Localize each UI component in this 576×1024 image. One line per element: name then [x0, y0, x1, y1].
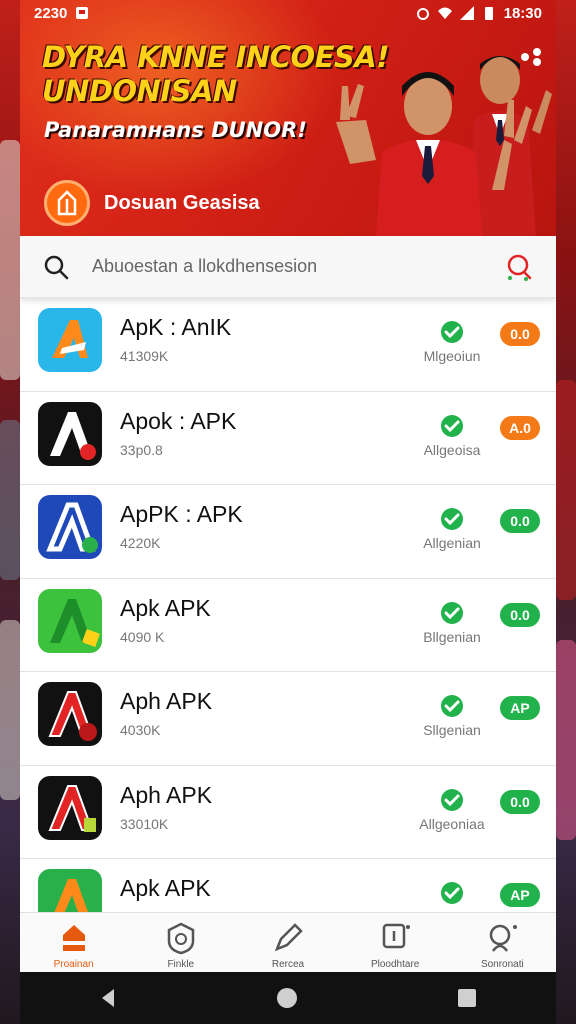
app-list-item[interactable]: Apok : APK 33p0.8 Allgeoisa A.0	[20, 392, 556, 485]
app-icon[interactable]	[38, 775, 102, 840]
app-icon[interactable]	[38, 401, 102, 466]
alarm-icon	[416, 8, 429, 20]
back-icon[interactable]	[98, 987, 118, 1009]
status-time-right: 18:30	[503, 4, 542, 22]
app-name: Apok : APK	[120, 407, 237, 434]
download-badge-button[interactable]: 0.0	[500, 322, 540, 346]
app-size: 33p0.8	[120, 441, 163, 458]
system-nav-bar	[20, 972, 556, 1024]
app-size: 33010K	[120, 815, 169, 832]
brand-name: Dosuan Geasisa	[104, 191, 260, 214]
nav-item-label: Sonronati	[480, 959, 524, 970]
shield-icon	[167, 922, 195, 955]
app-name: ApK : AnIK	[120, 314, 232, 340]
app-status: Bllgenian	[423, 628, 481, 645]
signal-icon	[459, 6, 474, 20]
app-name: ApPK : APK	[120, 501, 243, 527]
brand-logo-icon	[44, 180, 90, 226]
nav-item-label: Proainan	[53, 959, 94, 970]
download-badge-button[interactable]: 0.0	[500, 602, 540, 627]
verified-check-icon	[441, 882, 463, 904]
app-status: Allgeoniaa	[419, 815, 485, 832]
download-badge-button[interactable]: 0.0	[500, 789, 540, 814]
voice-search-icon[interactable]	[504, 252, 534, 282]
app-icon[interactable]	[38, 682, 102, 746]
nav-item-label: Finkle	[167, 959, 195, 970]
phone-screen: DYRA KNNE INCOESA! UNDONISAN Panaramнans…	[20, 0, 556, 1024]
nav-item-home[interactable]: Proainan	[26, 921, 122, 970]
search-person-icon	[490, 924, 518, 952]
nav-item-shield[interactable]: Finkle	[133, 921, 229, 970]
verified-check-icon	[441, 508, 463, 530]
app-list-item[interactable]: Aph APK 33010K Allgeoniaa 0.0	[20, 766, 556, 859]
app-size: 4030K	[120, 722, 161, 738]
app-name: Aph APK	[120, 688, 213, 714]
app-list-item[interactable]: ApPK : APK 4220K Allgenian 0.0	[20, 485, 556, 579]
status-bar: 2230 18:30	[20, 0, 556, 26]
download-badge-button[interactable]: A.0	[500, 415, 540, 440]
app-list-item[interactable]: ApK : AnIK 41309K Mlgeoiun 0.0	[20, 298, 556, 392]
nav-item-label: Rercea	[271, 959, 305, 970]
nav-item-pen[interactable]: Rercea	[240, 921, 336, 970]
verified-check-icon	[441, 788, 463, 811]
app-list: ApK : AnIK 41309K Mlgeoiun 0.0 Apok : AP…	[20, 298, 556, 953]
verified-check-icon	[441, 321, 463, 343]
app-icon[interactable]	[38, 308, 102, 372]
search-bar	[20, 236, 556, 298]
bottom-nav: Proainan Finkle Rercea Ploodhtare Sonron…	[20, 912, 556, 972]
nav-item-label: Ploodhtare	[370, 959, 420, 970]
app-size: 4220K	[120, 535, 161, 551]
verified-check-icon	[441, 601, 463, 624]
app-name: Apk APK	[120, 875, 211, 901]
pen-icon	[274, 923, 303, 952]
app-status: Allgenian	[423, 535, 481, 551]
status-time-left: 2230	[34, 4, 68, 22]
battery-icon	[484, 7, 493, 20]
home-icon	[62, 925, 85, 951]
app-name: Aph APK	[120, 781, 213, 808]
app-list-item[interactable]: Apk APK 4090 K Bllgenian 0.0	[20, 579, 556, 672]
download-icon	[382, 923, 411, 949]
recents-icon[interactable]	[456, 987, 478, 1009]
home-circle-icon[interactable]	[275, 986, 299, 1010]
app-size: 41309K	[120, 348, 169, 364]
banner-brand: Dosuan Geasisa	[44, 180, 260, 226]
search-input[interactable]	[92, 256, 504, 277]
app-status: Allgeoisa	[423, 441, 481, 458]
nav-item-download[interactable]: Ploodhtare	[347, 921, 443, 970]
app-icon[interactable]	[38, 588, 102, 653]
app-status: Mlgeoiun	[423, 348, 481, 364]
promo-banner[interactable]: DYRA KNNE INCOESA! UNDONISAN Panaramнans…	[20, 0, 556, 236]
status-left: 2230	[34, 5, 89, 22]
app-name: Apk APK	[120, 594, 211, 621]
download-badge-button[interactable]: 0.0	[500, 509, 540, 533]
notification-icon	[76, 7, 89, 19]
banner-people-image	[336, 56, 552, 236]
verified-check-icon	[441, 414, 463, 437]
nav-item-search-person[interactable]: Sonronati	[454, 921, 550, 970]
app-icon[interactable]	[38, 495, 102, 559]
wifi-icon	[437, 7, 452, 19]
app-status: Sllgenian	[423, 722, 481, 738]
status-right: 18:30	[416, 5, 542, 22]
download-badge-button[interactable]: AP	[500, 696, 540, 720]
search-icon[interactable]	[42, 253, 70, 281]
app-size: 4090 K	[120, 628, 165, 645]
download-badge-button[interactable]: AP	[500, 883, 540, 907]
share-icon[interactable]	[518, 46, 544, 68]
app-list-item[interactable]: Aph APK 4030K Sllgenian AP	[20, 672, 556, 766]
verified-check-icon	[441, 695, 463, 717]
